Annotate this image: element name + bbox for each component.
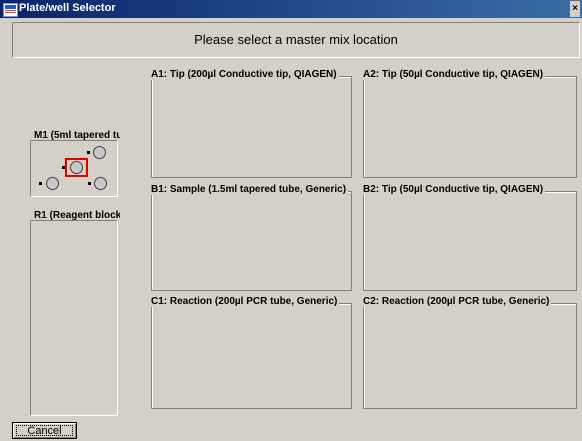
window-titlebar[interactable]: Plate/well Selector × [0,0,582,18]
slot-c1-panel[interactable]: C1: Reaction (200µl PCR tube, Generic) [151,296,352,409]
position-marker [87,151,90,154]
slot-b1-label: B1: Sample (1.5ml tapered tube, Generic) [151,184,349,195]
position-marker [39,182,42,185]
prompt-banner: Please select a master mix location [12,22,580,58]
cancel-button[interactable]: Cancel [12,422,77,439]
close-icon[interactable]: × [570,1,580,17]
cancel-button-label: Cancel [27,425,62,437]
app-icon [3,3,18,17]
slot-c2-panel[interactable]: C2: Reaction (200µl PCR tube, Generic) [363,296,577,409]
prompt-text: Please select a master mix location [194,32,398,47]
tube-position-bottom-left[interactable] [46,177,59,190]
r1-reagent-block[interactable] [30,220,118,416]
slot-a1-panel[interactable]: A1: Tip (200µl Conductive tip, QIAGEN) [151,69,352,178]
tube-position-bottom-right[interactable] [94,177,107,190]
slot-a2-label: A2: Tip (50µl Conductive tip, QIAGEN) [363,69,546,80]
selected-position-highlight[interactable] [65,158,88,177]
tube-position-top[interactable] [93,146,106,159]
slot-a1-label: A1: Tip (200µl Conductive tip, QIAGEN) [151,69,339,80]
slot-a2-panel[interactable]: A2: Tip (50µl Conductive tip, QIAGEN) [363,69,577,178]
slot-c1-label: C1: Reaction (200µl PCR tube, Generic) [151,296,340,307]
tube-position-center[interactable] [70,161,83,174]
slot-b2-panel[interactable]: B2: Tip (50µl Conductive tip, QIAGEN) [363,184,577,291]
slot-b1-panel[interactable]: B1: Sample (1.5ml tapered tube, Generic) [151,184,352,291]
slot-c2-label: C2: Reaction (200µl PCR tube, Generic) [363,296,552,307]
position-marker [88,182,91,185]
slot-b2-label: B2: Tip (50µl Conductive tip, QIAGEN) [363,184,546,195]
m1-tube-holder [30,140,118,197]
window-title: Plate/well Selector [19,2,116,14]
position-marker [62,166,65,169]
